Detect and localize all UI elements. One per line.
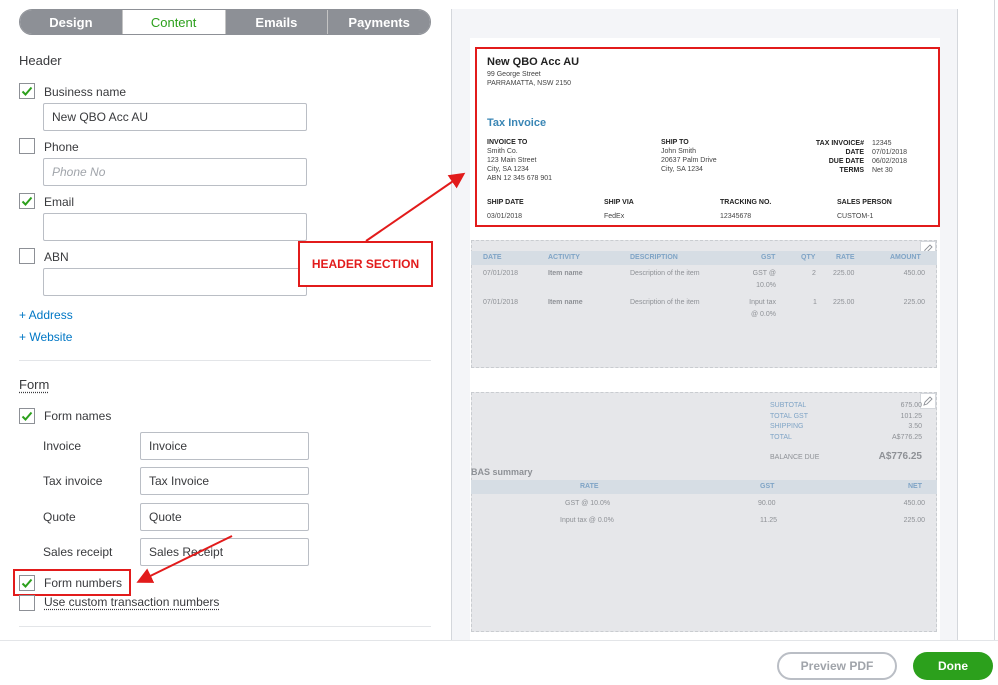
bas-header xyxy=(471,480,937,494)
form-numbers-highlight xyxy=(13,569,131,596)
tax-invoice-name-input[interactable] xyxy=(140,467,309,495)
business-name-input[interactable] xyxy=(43,103,307,131)
line-2-gst: Input tax @ 0.0% xyxy=(749,299,776,318)
tab-design[interactable]: Design xyxy=(20,10,123,34)
tab-emails[interactable]: Emails xyxy=(225,10,329,34)
section-divider xyxy=(19,626,431,627)
line-2-qty: 1 xyxy=(813,299,817,306)
custom-numbers-label: Use custom transaction numbers xyxy=(44,595,220,609)
bas-row-2-gst: 11.25 xyxy=(760,517,777,524)
tab-payments[interactable]: Payments xyxy=(328,10,430,34)
phone-label: Phone xyxy=(44,140,79,154)
bas-summary-title: BAS summary xyxy=(471,467,533,477)
form-section-title: Form xyxy=(19,377,50,392)
add-website-link[interactable]: + Website xyxy=(19,330,72,344)
sales-receipt-name-input[interactable] xyxy=(140,538,309,566)
email-input[interactable] xyxy=(43,213,307,241)
balance-due-label: BALANCE DUE xyxy=(770,454,820,461)
abn-input[interactable] xyxy=(43,268,307,296)
checkmark-icon xyxy=(21,86,33,96)
balance-due-value: A$776.25 xyxy=(878,451,922,462)
header-section-title: Header xyxy=(19,53,62,68)
totals-labels: SUBTOTAL TOTAL GST SHIPPING TOTAL xyxy=(770,402,808,441)
custom-numbers-checkbox[interactable] xyxy=(19,595,35,611)
bas-row-1-net: 450.00 xyxy=(903,500,925,507)
col-amount: AMOUNT xyxy=(890,254,921,261)
col-qty: QTY xyxy=(801,254,816,261)
bas-row-1-gst: 90.00 xyxy=(758,500,776,507)
invoice-name-label: Invoice xyxy=(43,439,82,453)
quote-name-input[interactable] xyxy=(140,503,309,531)
checkmark-icon xyxy=(21,411,33,421)
quote-name-label: Quote xyxy=(43,510,76,524)
preview-pdf-button[interactable]: Preview PDF xyxy=(777,652,897,680)
section-divider xyxy=(19,360,431,361)
scrollbar-track[interactable] xyxy=(994,0,995,640)
line-1-rate: 225.00 xyxy=(833,270,855,277)
line-1-date: 07/01/2018 xyxy=(483,270,519,277)
customize-panel: Design Content Emails Payments Header Bu… xyxy=(0,0,450,640)
email-label: Email xyxy=(44,195,75,209)
line-1-qty: 2 xyxy=(812,270,816,277)
abn-checkbox[interactable] xyxy=(19,248,35,264)
line-1-activity: Item name xyxy=(548,270,583,277)
abn-label: ABN xyxy=(44,250,69,264)
form-names-checkbox[interactable] xyxy=(19,408,35,424)
line-1-gst: GST @ 10.0% xyxy=(752,270,776,289)
col-date: DATE xyxy=(483,254,502,261)
add-address-link[interactable]: + Address xyxy=(19,308,73,322)
pencil-icon xyxy=(923,396,933,406)
bas-row-2-net: 225.00 xyxy=(903,517,925,524)
bas-row-2-rate: Input tax @ 0.0% xyxy=(560,517,614,524)
edit-totals-button[interactable] xyxy=(920,393,936,409)
line-items-header xyxy=(471,251,937,265)
bas-col-rate: RATE xyxy=(580,483,599,490)
totals-values: 675.00 101.25 3.50 A$776.25 xyxy=(892,402,922,441)
tab-content[interactable]: Content xyxy=(122,10,226,34)
checkmark-icon xyxy=(21,196,33,206)
col-activity: ACTIVITY xyxy=(548,254,580,261)
header-section-callout: HEADER SECTION xyxy=(298,241,433,287)
col-description: DESCRIPTION xyxy=(630,254,678,261)
business-name-checkbox[interactable] xyxy=(19,83,35,99)
form-names-label: Form names xyxy=(44,409,112,423)
line-2-rate: 225.00 xyxy=(833,299,855,306)
line-2-amount: 225.00 xyxy=(903,299,925,306)
line-2-activity: Item name xyxy=(548,299,583,306)
done-button[interactable]: Done xyxy=(913,652,993,680)
phone-input[interactable] xyxy=(43,158,307,186)
business-name-label: Business name xyxy=(44,85,127,99)
bas-row-1-rate: GST @ 10.0% xyxy=(565,500,611,507)
phone-checkbox[interactable] xyxy=(19,138,35,154)
bas-col-gst: GST xyxy=(760,483,775,490)
col-rate: RATE xyxy=(836,254,855,261)
header-section-highlight xyxy=(475,47,940,227)
line-2-date: 07/01/2018 xyxy=(483,299,519,306)
email-checkbox[interactable] xyxy=(19,193,35,209)
bas-col-net: NET xyxy=(908,483,922,490)
col-gst: GST xyxy=(761,254,776,261)
line-2-description: Description of the item xyxy=(630,299,700,306)
tax-invoice-name-label: Tax invoice xyxy=(43,474,103,488)
line-1-amount: 450.00 xyxy=(903,270,925,277)
tab-bar: Design Content Emails Payments xyxy=(19,9,431,35)
invoice-name-input[interactable] xyxy=(140,432,309,460)
sales-receipt-name-label: Sales receipt xyxy=(43,545,113,559)
line-1-description: Description of the item xyxy=(630,270,700,277)
